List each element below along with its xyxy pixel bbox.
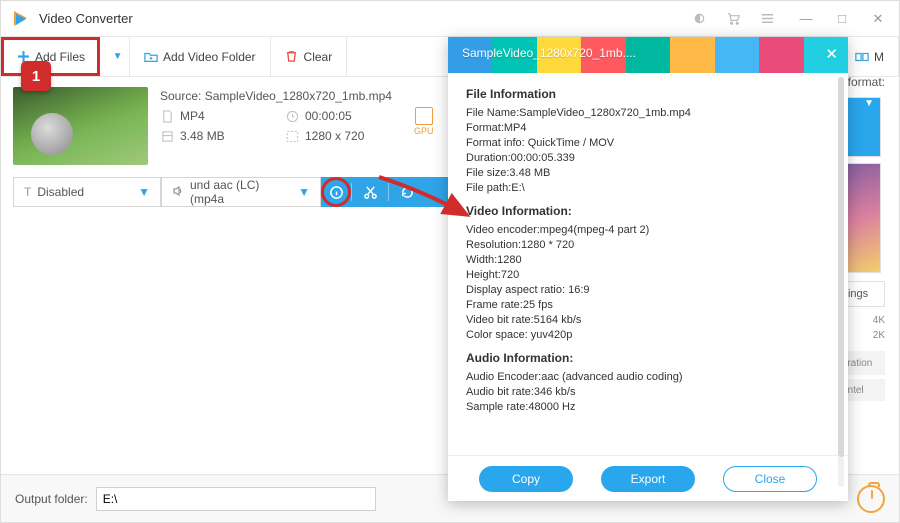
file-icon bbox=[160, 109, 174, 123]
close-button[interactable]: ✕ bbox=[867, 8, 889, 30]
merge-icon bbox=[855, 50, 869, 64]
info-format: Format:MP4 bbox=[466, 122, 830, 134]
file-info-header: File Information bbox=[466, 87, 830, 101]
subtitle-value: Disabled bbox=[37, 185, 84, 199]
cut-button[interactable] bbox=[352, 177, 388, 207]
add-files-dropdown[interactable]: ▼ bbox=[100, 37, 130, 76]
dialog-title: SampleVideo_1280x720_1mb.... bbox=[462, 46, 636, 60]
quality-2k[interactable]: 2K bbox=[873, 330, 885, 341]
subtitle-icon: T bbox=[24, 185, 31, 199]
add-folder-label: Add Video Folder bbox=[163, 50, 256, 64]
copy-button[interactable]: Copy bbox=[479, 466, 573, 492]
audio-info-header: Audio Information: bbox=[466, 351, 830, 365]
file-item: Source: SampleVideo_1280x720_1mb.mp4 MP4… bbox=[13, 87, 453, 165]
info-aencoder: Audio Encoder:aac (advanced audio coding… bbox=[466, 371, 830, 383]
action-icons bbox=[321, 177, 453, 207]
window-controls: — □ ✕ bbox=[795, 8, 889, 30]
info-duration: Duration:00:00:05.339 bbox=[466, 152, 830, 164]
step-badge-1: 1 bbox=[21, 61, 51, 91]
output-folder-label: Output folder: bbox=[15, 492, 88, 506]
theme-icon[interactable] bbox=[691, 11, 707, 27]
folder-plus-icon bbox=[144, 50, 158, 64]
titlebar: Video Converter — □ ✕ bbox=[1, 1, 899, 37]
info-filesize: File size:3.48 MB bbox=[466, 167, 830, 179]
app-window: Video Converter — □ ✕ Add Files ▼ Add Vi… bbox=[0, 0, 900, 523]
chip-icon bbox=[415, 107, 433, 125]
reload-button[interactable] bbox=[389, 177, 425, 207]
dialog-body: File Information File Name:SampleVideo_1… bbox=[448, 73, 848, 455]
output-folder-input[interactable] bbox=[96, 487, 376, 511]
chevron-down-icon: ▼ bbox=[138, 185, 150, 199]
minimize-button[interactable]: — bbox=[795, 8, 817, 30]
app-logo-icon bbox=[11, 9, 31, 29]
dialog-footer: Copy Export Close bbox=[448, 455, 848, 501]
merge-label: M bbox=[874, 50, 884, 64]
file-info: Source: SampleVideo_1280x720_1mb.mp4 MP4… bbox=[160, 87, 392, 165]
app-title: Video Converter bbox=[39, 11, 691, 26]
scrollbar[interactable] bbox=[838, 77, 844, 455]
clear-button[interactable]: Clear bbox=[271, 37, 348, 76]
titlebar-actions bbox=[691, 11, 775, 27]
close-button[interactable]: Close bbox=[723, 466, 817, 492]
video-info-header: Video Information: bbox=[466, 204, 830, 218]
maximize-button[interactable]: □ bbox=[831, 8, 853, 30]
info-dialog: SampleVideo_1280x720_1mb.... ✕ File Info… bbox=[448, 37, 848, 501]
duration-value: 00:00:05 bbox=[305, 109, 352, 123]
clear-label: Clear bbox=[304, 50, 333, 64]
source-label: Source: SampleVideo_1280x720_1mb.mp4 bbox=[160, 89, 392, 103]
info-vencoder: Video encoder:mpeg4(mpeg-4 part 2) bbox=[466, 224, 830, 236]
dialog-header: SampleVideo_1280x720_1mb.... ✕ bbox=[448, 37, 848, 73]
info-button[interactable] bbox=[321, 177, 351, 207]
info-vcolor: Color space: yuv420p bbox=[466, 329, 830, 341]
quality-4k[interactable]: 4K bbox=[873, 315, 885, 326]
resolution-icon bbox=[285, 129, 299, 143]
dialog-close-icon[interactable]: ✕ bbox=[825, 45, 838, 63]
format-value: MP4 bbox=[180, 109, 205, 123]
info-asample: Sample rate:48000 Hz bbox=[466, 401, 830, 413]
gpu-badge: GPU bbox=[414, 107, 434, 165]
audio-select[interactable]: und aac (LC) (mp4a ▼ bbox=[161, 177, 321, 207]
menu-icon[interactable] bbox=[759, 11, 775, 27]
resolution-value: 1280 x 720 bbox=[305, 129, 364, 143]
info-abitrate: Audio bit rate:346 kb/s bbox=[466, 386, 830, 398]
audio-value: und aac (LC) (mp4a bbox=[190, 178, 292, 206]
merge-button[interactable]: M bbox=[841, 37, 899, 76]
info-vres: Resolution:1280 * 720 bbox=[466, 239, 830, 251]
cart-icon[interactable] bbox=[725, 11, 741, 27]
trash-icon bbox=[285, 50, 299, 64]
info-vheight: Height:720 bbox=[466, 269, 830, 281]
info-filepath: File path:E:\ bbox=[466, 182, 830, 194]
subtitle-select[interactable]: T Disabled ▼ bbox=[13, 177, 161, 207]
add-folder-button[interactable]: Add Video Folder bbox=[130, 37, 271, 76]
video-thumbnail[interactable] bbox=[13, 87, 148, 165]
info-formatinfo: Format info: QuickTime / MOV bbox=[466, 137, 830, 149]
action-bar: T Disabled ▼ und aac (LC) (mp4a ▼ bbox=[13, 177, 453, 207]
info-filename: File Name:SampleVideo_1280x720_1mb.mp4 bbox=[466, 107, 830, 119]
timer-icon[interactable] bbox=[857, 485, 885, 513]
export-button[interactable]: Export bbox=[601, 466, 695, 492]
size-icon bbox=[160, 129, 174, 143]
clock-icon bbox=[285, 109, 299, 123]
info-vfps: Frame rate:25 fps bbox=[466, 299, 830, 311]
info-vwidth: Width:1280 bbox=[466, 254, 830, 266]
gpu-label: GPU bbox=[414, 126, 434, 136]
chevron-down-icon: ▼ bbox=[864, 98, 874, 109]
chevron-down-icon: ▼ bbox=[298, 185, 310, 199]
info-vbitrate: Video bit rate:5164 kb/s bbox=[466, 314, 830, 326]
size-value: 3.48 MB bbox=[180, 129, 225, 143]
speaker-icon bbox=[172, 185, 184, 200]
info-vdar: Display aspect ratio: 16:9 bbox=[466, 284, 830, 296]
